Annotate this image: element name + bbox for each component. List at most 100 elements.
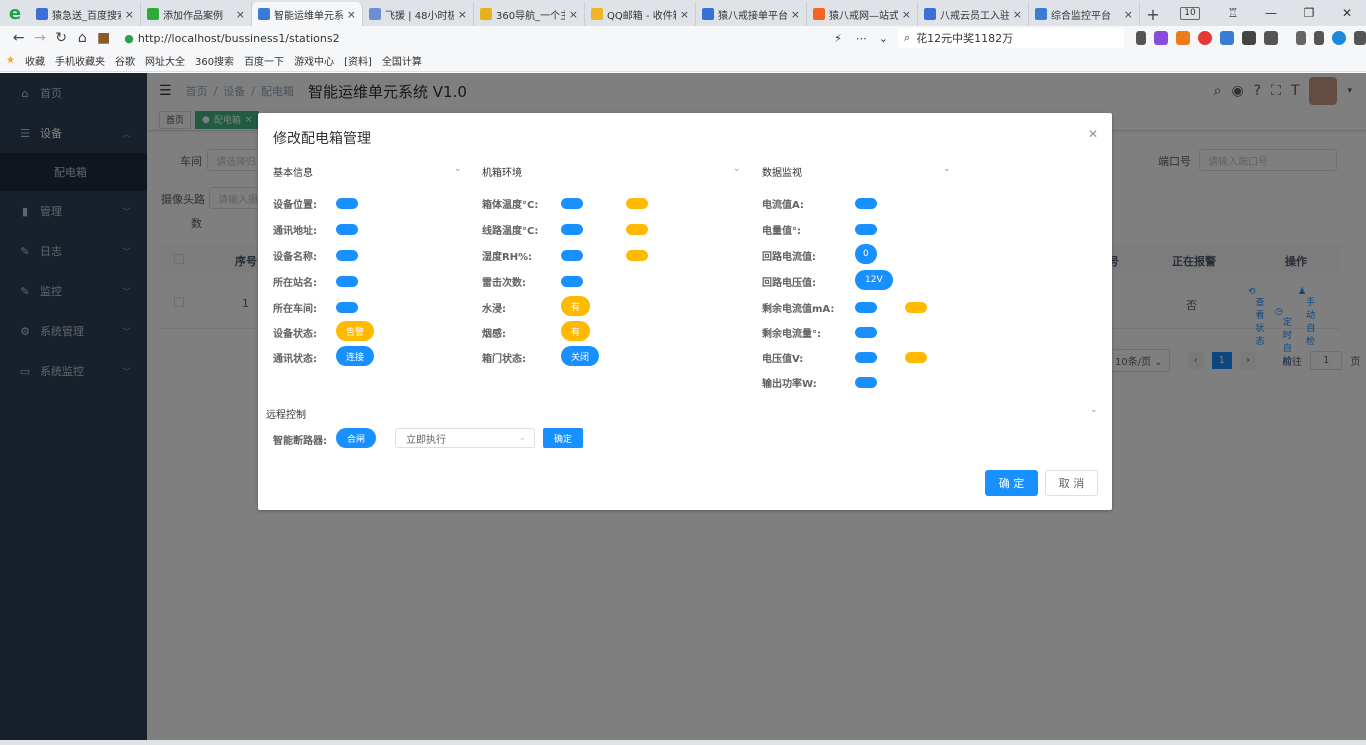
lightning-icon[interactable]: ⚡ (834, 32, 842, 45)
chevron-down-icon[interactable]: ⌄ (733, 164, 741, 174)
forward-icon[interactable]: → (29, 30, 50, 46)
basic-field-label: 所在站名: (273, 278, 317, 289)
browser-tab[interactable]: 猿八戒网—站式 × (807, 2, 918, 26)
browser-tab[interactable]: 添加作品案例 × (141, 2, 252, 26)
bookmark-item[interactable]: 360搜索 (195, 53, 234, 68)
reload-icon[interactable]: ↻ (51, 30, 72, 46)
bookmark-item[interactable]: 谷歌 (115, 53, 135, 68)
menu-icon[interactable] (1354, 31, 1366, 45)
value-indicator (561, 224, 583, 235)
tab-close-icon[interactable]: × (347, 8, 356, 21)
browser-tab[interactable]: 猿八戒接单平台管 × (696, 2, 807, 26)
bookmark-item[interactable]: 手机收藏夹 (55, 53, 105, 68)
dialog-title: 修改配电箱管理 (273, 131, 371, 147)
monitor-field-label: 输出功率W: (762, 379, 817, 390)
close-window-icon[interactable]: ✕ (1328, 6, 1366, 20)
tab-title: 智能运维单元系统 (274, 10, 343, 22)
tab-title: 综合监控平台 (1051, 10, 1111, 22)
bookmark-item[interactable]: 全国计算 (382, 53, 422, 68)
env-field-label: 线路温度°C: (482, 226, 539, 237)
url-field[interactable]: ● http://localhost/bussiness1/stations2 (124, 28, 834, 48)
ext-purple-icon[interactable] (1154, 31, 1169, 45)
download-icon[interactable] (1296, 31, 1307, 45)
browser-tab[interactable]: 飞援 | 48小时极速 × (363, 2, 474, 26)
monitor-field-label: 电量值°: (762, 226, 801, 237)
chevron-down-icon[interactable]: ⌄ (879, 32, 888, 45)
tab-favicon-icon (36, 8, 48, 20)
browser-tab[interactable]: 综合监控平台 × (1029, 2, 1140, 26)
loop-voltage-tag: 12V (855, 270, 893, 290)
close-icon[interactable]: ✕ (1088, 127, 1098, 141)
tab-favicon-icon (813, 8, 825, 20)
bookmark-item[interactable]: 收藏 (25, 53, 45, 68)
secure-icon: ● (124, 31, 134, 45)
section-env[interactable]: 机箱环境 (482, 164, 522, 179)
section-monitor[interactable]: 数据监视 (762, 164, 802, 179)
value-indicator (855, 327, 877, 338)
tab-close-icon[interactable]: × (458, 8, 467, 21)
bookmark-item[interactable]: 游戏中心 (294, 53, 334, 68)
chevron-down-icon[interactable]: ⌄ (454, 164, 462, 174)
browser-tab[interactable]: 八戒云员工入驻 × (918, 2, 1029, 26)
value-indicator (561, 276, 583, 287)
undo-icon[interactable] (1314, 31, 1325, 45)
cut-icon[interactable] (1136, 31, 1147, 45)
back-icon[interactable]: ← (8, 30, 29, 46)
tab-close-icon[interactable]: × (569, 8, 578, 21)
confirm-button[interactable]: 确 定 (985, 470, 1038, 496)
env-field-label: 湿度RH%: (482, 252, 533, 263)
cancel-button[interactable]: 取 消 (1045, 470, 1098, 496)
tab-close-icon[interactable]: × (236, 8, 245, 21)
value-indicator (561, 198, 583, 209)
env-field-label: 雷击次数: (482, 278, 526, 289)
tab-close-icon[interactable]: × (1013, 8, 1022, 21)
home-icon[interactable]: ⌂ (72, 30, 93, 46)
env-field-label: 水浸: (482, 304, 506, 315)
more-icon[interactable]: ⋯ (856, 32, 867, 45)
bookmark-item[interactable]: 网址大全 (145, 53, 185, 68)
bookmark-item[interactable]: 百度一下 (244, 53, 284, 68)
tab-favicon-icon (702, 8, 714, 20)
exec-mode-select[interactable]: 立即执行 ⌄ (395, 428, 535, 448)
tab-favicon-icon (258, 8, 270, 20)
breaker-toggle[interactable]: 合闸 (336, 428, 376, 448)
section-remote[interactable]: 远程控制 (266, 406, 306, 421)
exec-mode-value: 立即执行 (406, 434, 446, 446)
tab-count-badge[interactable]: 10 (1180, 6, 1200, 20)
browser-search-field[interactable]: ⌕ 花12元中奖1182万 (898, 28, 1125, 48)
mail-icon[interactable] (1220, 31, 1235, 45)
edit-dialog: 修改配电箱管理 ✕ 基本信息 ⌄ 机箱环境 ⌄ 数据监视 ⌄ 远程控制 ⌄ 智能… (258, 113, 1112, 510)
remote-confirm-button[interactable]: 确定 (543, 428, 583, 448)
browser-tab[interactable]: 猿急送_百度搜索 × (30, 2, 141, 26)
restore-icon[interactable]: ❐ (1290, 6, 1328, 20)
tab-close-icon[interactable]: × (902, 8, 911, 21)
monitor-field-label: 回路电流值: (762, 252, 816, 263)
ext-red-icon[interactable] (1198, 31, 1213, 45)
tab-close-icon[interactable]: × (680, 8, 689, 21)
puzzle-icon[interactable] (1264, 31, 1279, 45)
new-tab-button[interactable]: + (1140, 2, 1166, 26)
browser-tab[interactable]: QQ邮箱 - 收件箱 × (585, 2, 696, 26)
monitor-field-label: 剩余电流量°: (762, 329, 821, 340)
chevron-down-icon[interactable]: ⌄ (1090, 405, 1098, 415)
ie-icon[interactable] (1332, 31, 1347, 45)
value-indicator (336, 198, 358, 209)
ext-dark-icon[interactable] (1242, 31, 1257, 45)
tab-close-icon[interactable]: × (791, 8, 800, 21)
ext-orange-icon[interactable] (1176, 31, 1191, 45)
browser-tab[interactable]: 360导航_一个主页 × (474, 2, 585, 26)
chevron-down-icon[interactable]: ⌄ (943, 164, 951, 174)
monitor-field-label: 电压值V: (762, 354, 804, 365)
tab-close-icon[interactable]: × (125, 8, 134, 21)
tab-title: 猿八戒接单平台管 (718, 10, 787, 22)
env-field-label: 烟感: (482, 329, 506, 340)
address-bar: ← → ↻ ⌂ ■ ● http://localhost/bussiness1/… (0, 26, 1366, 50)
tab-favicon-icon (147, 8, 159, 20)
minimize-icon[interactable]: — (1252, 6, 1290, 20)
bookmark-item[interactable]: [资料] (344, 53, 372, 68)
briefcase-icon[interactable]: ■ (93, 30, 114, 46)
section-basic[interactable]: 基本信息 (273, 164, 313, 179)
browser-tab[interactable]: 智能运维单元系统 × (252, 2, 363, 26)
shirt-icon[interactable]: ♖ (1214, 6, 1252, 20)
tab-close-icon[interactable]: × (1124, 8, 1133, 21)
